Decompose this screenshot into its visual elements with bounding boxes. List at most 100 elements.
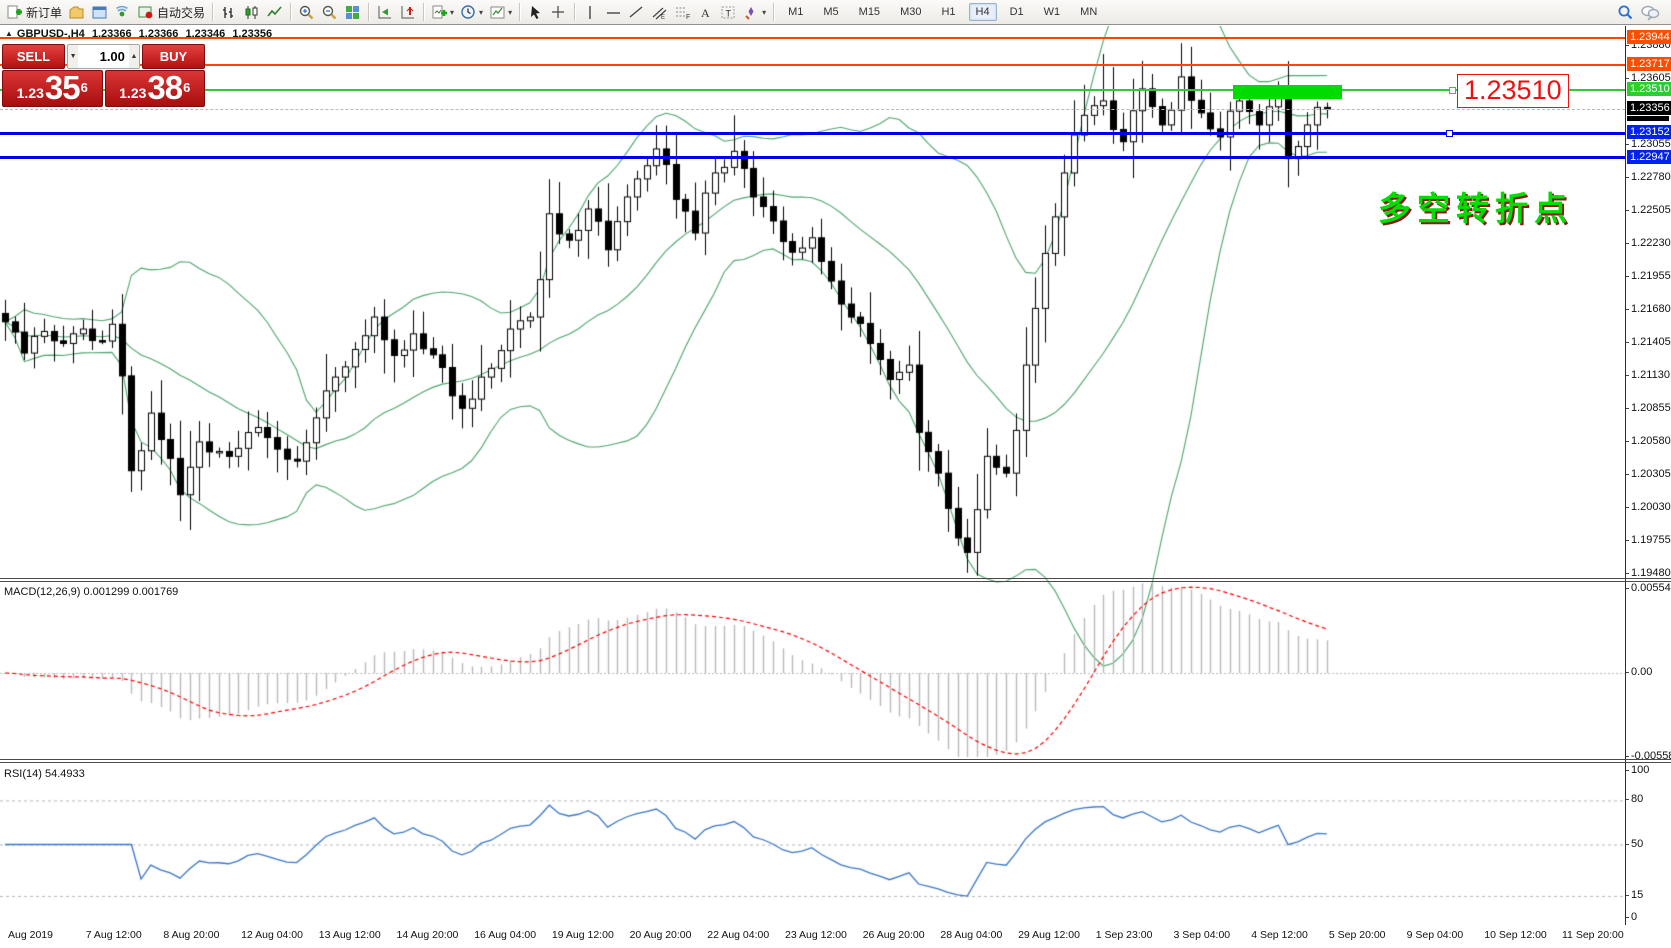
buy-price-big: 38 xyxy=(147,71,182,104)
zoom-in-button[interactable] xyxy=(295,2,318,23)
time-axis-label: 1 Sep 23:00 xyxy=(1096,929,1153,941)
toolbar-separator xyxy=(574,3,575,21)
indicators-button[interactable]: ▾ xyxy=(428,2,457,23)
time-axis-label: 3 Sep 04:00 xyxy=(1174,929,1231,941)
fibonacci-button[interactable]: F xyxy=(671,2,694,23)
price-axis-tick: 1.21405 xyxy=(1631,336,1671,348)
vertical-line-button[interactable] xyxy=(579,2,602,23)
channel-button[interactable]: E xyxy=(648,2,671,23)
crosshair-button[interactable] xyxy=(547,2,570,23)
tf-m5-label[interactable]: M5 xyxy=(816,3,845,21)
tf-m1[interactable]: M1 xyxy=(778,2,813,23)
new-order-button-label: 新订单 xyxy=(26,4,62,21)
sell-price-box[interactable]: 1.23 35 6 xyxy=(2,70,103,107)
time-axis[interactable]: Aug 20197 Aug 12:008 Aug 20:0012 Aug 04:… xyxy=(0,925,1671,946)
line-handle-icon[interactable] xyxy=(1446,130,1453,137)
tf-d1-label[interactable]: D1 xyxy=(1003,3,1031,21)
line-handle-icon[interactable] xyxy=(1449,87,1456,94)
rsi-name: RSI(14) xyxy=(4,768,42,780)
tf-m30-label[interactable]: M30 xyxy=(893,3,928,21)
dropdown-caret-icon[interactable]: ▾ xyxy=(762,8,766,17)
price-line-label: 1.22947 xyxy=(1627,150,1671,164)
time-axis-label: 7 Aug 12:00 xyxy=(86,929,142,941)
tf-h4-label[interactable]: H4 xyxy=(969,3,997,21)
horizontal-line-1.23717[interactable] xyxy=(0,64,1625,66)
tf-d1[interactable]: D1 xyxy=(1000,2,1034,23)
price-axis-tick: 1.21955 xyxy=(1631,270,1671,282)
chart-window[interactable]: ▲GBPUSD-,H4 1.23366 1.23366 1.23346 1.23… xyxy=(0,26,1671,948)
tf-m1-label[interactable]: M1 xyxy=(781,3,810,21)
tf-m15[interactable]: M15 xyxy=(849,2,890,23)
trendline-button[interactable] xyxy=(625,2,648,23)
buy-price-box[interactable]: 1.23 38 6 xyxy=(105,70,206,107)
price-axis[interactable]: 1.239441.237171.235101.231521.229471.233… xyxy=(1625,26,1671,925)
price-callout-label[interactable]: 1.23510 xyxy=(1457,74,1569,108)
auto-scroll-button[interactable] xyxy=(373,2,396,23)
time-axis-label: 26 Aug 20:00 xyxy=(863,929,925,941)
line-chart-button[interactable] xyxy=(263,2,286,23)
sell-button[interactable]: SELL xyxy=(2,44,65,69)
tf-mn[interactable]: MN xyxy=(1070,2,1107,23)
profiles-button[interactable] xyxy=(65,2,88,23)
dropdown-caret-icon[interactable]: ▾ xyxy=(450,8,454,17)
bar-chart-button[interactable] xyxy=(217,2,240,23)
horizontal-line-button[interactable] xyxy=(602,2,625,23)
autoscroll-icon xyxy=(376,4,393,21)
panel-separator xyxy=(0,581,1671,582)
textA-icon: A xyxy=(697,4,714,21)
volume-stepper[interactable]: ▼ ▲ xyxy=(67,44,140,69)
macd-indicator-label: MACD(12,26,9) 0.001299 0.001769 xyxy=(4,586,178,598)
clock-icon xyxy=(460,4,477,21)
cursor-button[interactable] xyxy=(524,2,547,23)
terminal-button[interactable] xyxy=(88,2,111,23)
autotrading-button[interactable]: 自动交易 xyxy=(134,2,208,23)
horizontal-line-1.23152[interactable] xyxy=(0,132,1625,135)
text-label-button[interactable]: T xyxy=(717,2,740,23)
time-axis-label: 13 Aug 12:00 xyxy=(319,929,381,941)
main-chart-canvas[interactable] xyxy=(0,26,1671,948)
text-button[interactable]: A xyxy=(694,2,717,23)
new-order-button[interactable]: 新订单 xyxy=(3,2,65,23)
tf-w1[interactable]: W1 xyxy=(1034,2,1071,23)
tf-mn-label[interactable]: MN xyxy=(1073,3,1104,21)
symbol-period: GBPUSD-,H4 xyxy=(17,28,85,40)
autotrading-button-label: 自动交易 xyxy=(157,4,205,21)
chat-button[interactable] xyxy=(1637,2,1663,23)
macd-axis-tick: -0.005583 xyxy=(1631,750,1671,762)
highlight-rectangle[interactable] xyxy=(1233,85,1342,99)
dropdown-caret-icon[interactable]: ▾ xyxy=(508,8,512,17)
zoom-out-button[interactable] xyxy=(318,2,341,23)
tf-h1-label[interactable]: H1 xyxy=(934,3,962,21)
time-axis-label: 14 Aug 20:00 xyxy=(397,929,459,941)
rsi-axis-tick: 100 xyxy=(1631,764,1649,776)
dropdown-caret-icon[interactable]: ▾ xyxy=(479,8,483,17)
tf-h4[interactable]: H4 xyxy=(966,2,1000,23)
tf-m15-label[interactable]: M15 xyxy=(852,3,887,21)
horizontal-line-1.22947[interactable] xyxy=(0,156,1625,159)
price-axis-tick: 1.20030 xyxy=(1631,501,1671,513)
svg-text:A: A xyxy=(701,6,710,20)
periods-button[interactable]: ▾ xyxy=(457,2,486,23)
toolbar-separator xyxy=(368,3,369,21)
arrows-button[interactable]: ▾ xyxy=(740,2,769,23)
annotation-text[interactable]: 多空转折点 xyxy=(1378,182,1573,230)
search-button[interactable] xyxy=(1613,2,1637,23)
signals-button[interactable] xyxy=(111,2,134,23)
price-axis-tick: 1.22780 xyxy=(1631,171,1671,183)
textT-icon: T xyxy=(720,4,737,21)
tf-w1-label[interactable]: W1 xyxy=(1037,3,1068,21)
templates-button[interactable]: ▾ xyxy=(486,2,515,23)
tf-m30[interactable]: M30 xyxy=(890,2,931,23)
volume-input[interactable] xyxy=(78,45,129,68)
volume-down-icon[interactable]: ▼ xyxy=(68,45,78,68)
tf-m5[interactable]: M5 xyxy=(813,2,848,23)
volume-up-icon[interactable]: ▲ xyxy=(129,45,139,68)
rsi-value: 54.4933 xyxy=(45,768,85,780)
tile-windows-button[interactable] xyxy=(341,2,364,23)
tf-h1[interactable]: H1 xyxy=(931,2,965,23)
chart-shift-button[interactable] xyxy=(396,2,419,23)
candlestick-chart-button[interactable] xyxy=(240,2,263,23)
zoomin-icon xyxy=(298,4,315,21)
horizontal-line-1.2351[interactable] xyxy=(0,89,1625,91)
buy-button[interactable]: BUY xyxy=(142,44,205,69)
